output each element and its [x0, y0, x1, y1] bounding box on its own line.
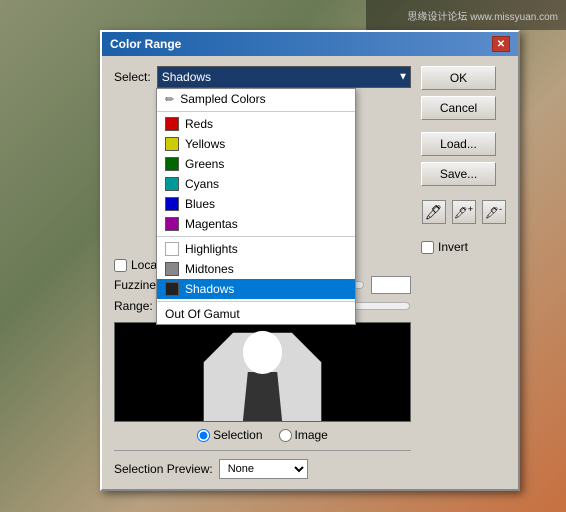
- eyedropper-add-icon: 🖊+: [454, 204, 473, 220]
- radio-selection[interactable]: Selection: [197, 428, 262, 442]
- save-button[interactable]: Save...: [421, 162, 496, 186]
- range-label: Range:: [114, 299, 153, 313]
- dialog-right-panel: OK Cancel Load... Save... 🖊 🖊+ 🖊-: [421, 66, 506, 479]
- color-range-dialog: Color Range ✕ Select: Shadows ▼: [100, 30, 520, 491]
- select-row-outer: Select: Shadows ▼ ✏ Sampled Colors: [114, 66, 411, 88]
- dropdown-item-blues[interactable]: Blues: [157, 194, 355, 214]
- dropdown-item-shadows[interactable]: Shadows: [157, 279, 355, 299]
- cyans-swatch: [165, 177, 179, 191]
- radio-image-label: Image: [295, 428, 328, 442]
- dropdown-sep-2: [157, 236, 355, 237]
- select-row: Select: Shadows ▼: [114, 66, 411, 88]
- dropdown-item-reds[interactable]: Reds: [157, 114, 355, 134]
- dropdown-item-cyans[interactable]: Cyans: [157, 174, 355, 194]
- shadows-swatch: [165, 282, 179, 296]
- load-button[interactable]: Load...: [421, 132, 496, 156]
- selection-preview-row: Selection Preview: None Grayscale Black …: [114, 450, 411, 479]
- highlights-swatch: [165, 242, 179, 256]
- close-button[interactable]: ✕: [492, 36, 510, 52]
- radio-image[interactable]: Image: [279, 428, 328, 442]
- eyedropper-add-button[interactable]: 🖊+: [452, 200, 476, 224]
- eyedropper-normal-icon: 🖊: [425, 204, 443, 221]
- selection-preview-label: Selection Preview:: [114, 462, 213, 476]
- yellows-swatch: [165, 137, 179, 151]
- dropdown-item-outofgamut[interactable]: Out Of Gamut: [157, 304, 355, 324]
- blues-swatch: [165, 197, 179, 211]
- dialog-body: Select: Shadows ▼ ✏ Sampled Colors: [102, 56, 518, 489]
- preview-image: [115, 323, 410, 421]
- dialog-title: Color Range: [110, 37, 181, 51]
- greens-swatch: [165, 157, 179, 171]
- eyedropper-row: 🖊 🖊+ 🖊-: [421, 200, 506, 224]
- dialog-titlebar: Color Range ✕: [102, 32, 518, 56]
- eyedropper-small-icon: ✏: [165, 93, 174, 106]
- radio-selection-input[interactable]: [197, 429, 210, 442]
- selection-preview-select[interactable]: None Grayscale Black Matte White Matte Q…: [219, 459, 308, 479]
- select-dropdown[interactable]: Shadows: [157, 66, 411, 88]
- select-wrapper: Shadows ▼: [157, 66, 411, 88]
- midtones-swatch: [165, 262, 179, 276]
- cancel-button[interactable]: Cancel: [421, 96, 496, 120]
- selection-preview-wrapper: None Grayscale Black Matte White Matte Q…: [219, 459, 411, 479]
- preview-radio-row: Selection Image: [114, 428, 411, 442]
- radio-selection-label: Selection: [213, 428, 262, 442]
- reds-swatch: [165, 117, 179, 131]
- fuzziness-input[interactable]: [371, 276, 411, 294]
- invert-checkbox[interactable]: [421, 241, 434, 254]
- select-label: Select:: [114, 70, 151, 84]
- dialog-left-panel: Select: Shadows ▼ ✏ Sampled Colors: [114, 66, 411, 479]
- eyedropper-subtract-icon: 🖊-: [485, 204, 502, 220]
- watermark: 思缘设计论坛 www.missyuan.com: [366, 0, 566, 30]
- invert-label: Invert: [438, 240, 468, 254]
- dropdown-sep-1: [157, 111, 355, 112]
- radio-image-input[interactable]: [279, 429, 292, 442]
- dropdown-item-sampled[interactable]: ✏ Sampled Colors: [157, 89, 355, 109]
- ok-button[interactable]: OK: [421, 66, 496, 90]
- magentas-swatch: [165, 217, 179, 231]
- eyedropper-subtract-button[interactable]: 🖊-: [482, 200, 506, 224]
- dropdown-item-magentas[interactable]: Magentas: [157, 214, 355, 234]
- dropdown-item-midtones[interactable]: Midtones: [157, 259, 355, 279]
- dropdown-item-highlights[interactable]: Highlights: [157, 239, 355, 259]
- preview-box: [114, 322, 411, 422]
- localize-checkbox[interactable]: [114, 259, 127, 272]
- dropdown-menu: ✏ Sampled Colors Reds Yellows: [156, 88, 356, 325]
- invert-row: Invert: [421, 240, 506, 254]
- dialog-overlay: Color Range ✕ Select: Shadows ▼: [100, 30, 520, 491]
- dropdown-item-greens[interactable]: Greens: [157, 154, 355, 174]
- dropdown-sep-3: [157, 301, 355, 302]
- dropdown-item-yellows[interactable]: Yellows: [157, 134, 355, 154]
- eyedropper-normal-button[interactable]: 🖊: [422, 200, 446, 224]
